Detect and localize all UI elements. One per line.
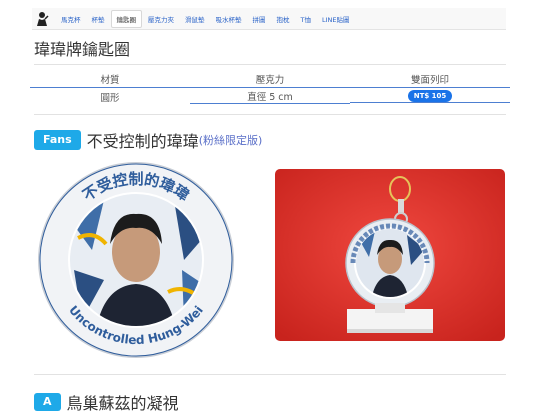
divider (34, 374, 506, 375)
nav-tab-2[interactable]: 鑰匙圈 (110, 9, 142, 28)
nav-tab-9[interactable]: LINE貼圖 (317, 11, 355, 27)
nav-tab-7[interactable]: 抱枕 (272, 11, 295, 27)
person-logo-icon[interactable] (34, 11, 50, 27)
spec-value-row: 圓形 直徑 5 cm NT$ 105 (30, 87, 510, 105)
product-name: 不受控制的瑋瑋 (86, 132, 199, 151)
spec-header-material: 材質 (100, 74, 120, 86)
spec-value-shape: 圓形 (100, 92, 120, 104)
nav-tab-0[interactable]: 馬克杯 (56, 11, 86, 27)
product-heading: Fans 不受控制的瑋瑋 (粉絲限定版) (34, 128, 262, 152)
divider (34, 64, 506, 65)
price-badge: NT$ 105 (407, 90, 453, 102)
spec-header-row: 材質 壓克力 雙面列印 (30, 70, 510, 87)
nav-tab-5[interactable]: 吸水杯墊 (211, 11, 247, 27)
spec-header-print: 雙面列印 (410, 74, 449, 86)
page-title: 瑋瑋牌鑰匙圈 (34, 40, 131, 59)
fans-badge: Fans (34, 130, 81, 150)
nav-tab-6[interactable]: 拼圖 (248, 11, 271, 27)
spec-value-size: 直徑 5 cm (190, 89, 350, 104)
spec-table: 材質 壓克力 雙面列印 圓形 直徑 5 cm NT$ 105 (30, 70, 510, 105)
nav-tab-3[interactable]: 壓克力夾 (143, 11, 179, 27)
keychain-design-image: 不受控制的瑋瑋 Uncontrolled Hung-Wei (34, 160, 238, 360)
product-note: (粉絲限定版) (198, 134, 263, 147)
section-badge: A (34, 393, 61, 411)
next-section-name: 鳥巢蘇茲的凝視 (66, 394, 179, 413)
nav-tab-1[interactable]: 杯墊 (87, 11, 110, 27)
keychain-photo (275, 169, 505, 341)
divider (34, 114, 506, 115)
spec-header-acrylic: 壓克力 (255, 74, 285, 86)
nav-tab-4[interactable]: 滑鼠墊 (180, 11, 210, 27)
next-section-heading: A 鳥巢蘇茲的凝視 (34, 390, 179, 414)
nav-tabs: 馬克杯 杯墊 鑰匙圈 壓克力夾 滑鼠墊 吸水杯墊 拼圖 抱枕 T恤 LINE貼圖 (56, 9, 356, 28)
top-nav: 馬克杯 杯墊 鑰匙圈 壓克力夾 滑鼠墊 吸水杯墊 拼圖 抱枕 T恤 LINE貼圖 (32, 8, 506, 30)
nav-tab-8[interactable]: T恤 (296, 11, 316, 27)
spec-value-price-cell: NT$ 105 (350, 90, 510, 103)
